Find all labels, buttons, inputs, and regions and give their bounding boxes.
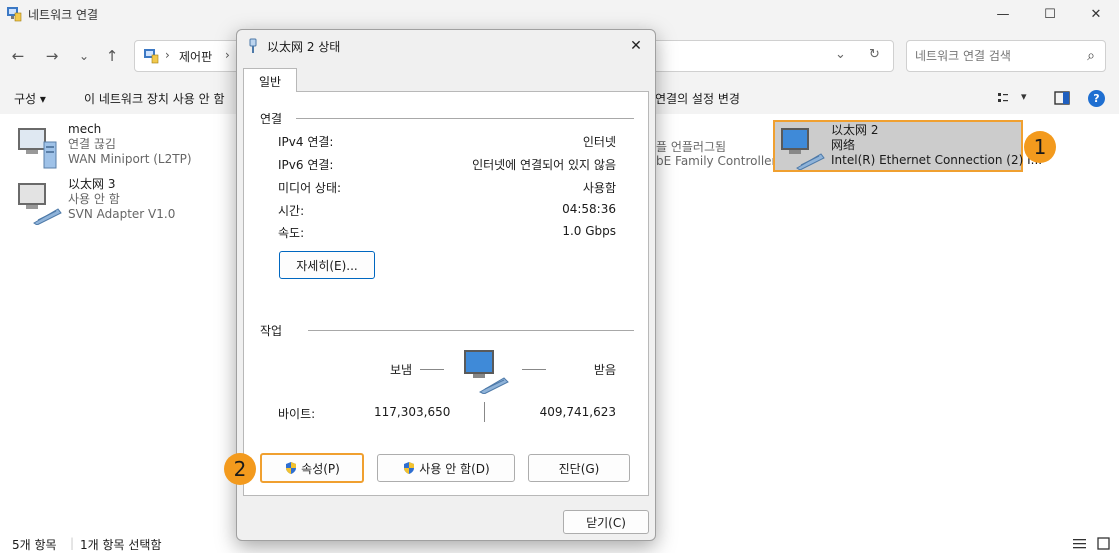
back-button[interactable]: ← <box>6 44 30 68</box>
duration-value: 04:58:36 <box>562 202 616 216</box>
group-divider <box>296 118 634 119</box>
up-button[interactable]: ↑ <box>100 44 124 68</box>
disable-button[interactable]: 사용 안 함(D) <box>377 454 515 482</box>
connection-name: 以太网 2 <box>831 123 879 137</box>
connection-status: 사용 안 함 <box>68 192 120 206</box>
properties-button[interactable]: 속성(P) <box>260 453 364 483</box>
breadcrumb-separator-icon: › <box>225 48 230 62</box>
dialog-title-bar: 以太网 2 상태 ✕ <box>237 30 655 62</box>
maximize-button[interactable]: ☐ <box>1027 0 1073 28</box>
received-label: 받음 <box>593 363 616 377</box>
control-panel-icon <box>144 49 159 64</box>
disable-button-label: 사용 안 함(D) <box>419 461 490 476</box>
refresh-icon[interactable]: ↻ <box>869 47 880 62</box>
received-line <box>522 369 546 370</box>
ipv6-label: IPv6 연결: <box>278 158 334 172</box>
preview-pane-icon[interactable] <box>1054 91 1070 105</box>
callout-1: 1 <box>1024 131 1056 163</box>
item-count: 5개 항목 <box>12 538 57 552</box>
network-activity-icon <box>464 350 509 394</box>
search-box[interactable]: ⌕ <box>906 40 1106 72</box>
connection-status: 연결 끊김 <box>68 137 116 151</box>
bytes-divider <box>484 402 485 422</box>
details-button[interactable]: 자세히(E)... <box>279 251 375 279</box>
callout-2: 2 <box>224 453 256 485</box>
ethernet-status-dialog: 以太网 2 상태 ✕ 일반 연결 IPv4 연결: 인터넷 IPv6 연결: 인… <box>236 29 656 541</box>
dialog-close-button[interactable]: 닫기(C) <box>563 510 649 534</box>
ipv4-label: IPv4 연결: <box>278 135 334 149</box>
network-connections-app-icon <box>7 7 22 22</box>
uac-shield-icon <box>404 462 415 474</box>
view-dropdown-icon[interactable]: ▾ <box>1021 90 1027 103</box>
vpn-connection-icon <box>18 128 57 169</box>
change-settings-command[interactable]: 연결의 설정 변경 <box>655 90 740 107</box>
group-divider <box>308 330 634 331</box>
sent-label: 보냄 <box>390 363 413 377</box>
partial-connection-device: bE Family Controller <box>656 154 777 168</box>
close-window-button[interactable]: ✕ <box>1073 0 1119 28</box>
selected-count: 1개 항목 선택함 <box>80 538 162 552</box>
connection-item-ethernet-3[interactable]: 以太网 3 사용 안 함 SVN Adapter V1.0 <box>14 177 262 229</box>
window-title: 네트워크 연결 <box>28 8 99 22</box>
disable-device-command[interactable]: 이 네트워크 장치 사용 안 함 <box>84 90 225 107</box>
dialog-close-icon[interactable]: ✕ <box>625 36 647 56</box>
connection-item-mech[interactable]: mech 연결 끊김 WAN Miniport (L2TP) <box>14 122 262 174</box>
organize-menu[interactable]: 구성 ▾ <box>14 90 46 107</box>
connection-group-label: 연결 <box>260 112 283 126</box>
breadcrumb-control-panel[interactable]: 제어판 <box>179 48 212 65</box>
general-tab-panel: 연결 IPv4 연결: 인터넷 IPv6 연결: 인터넷에 연결되어 있지 않음… <box>243 91 649 496</box>
details-view-icon[interactable] <box>1073 538 1086 549</box>
view-options-icon[interactable] <box>998 92 1012 104</box>
sent-line <box>420 369 444 370</box>
forward-button[interactable]: → <box>40 44 64 68</box>
search-input[interactable] <box>915 47 1075 65</box>
diagnose-button[interactable]: 진단(G) <box>528 454 630 482</box>
partial-connection-status: 플 언플러그됨 <box>656 140 727 154</box>
ethernet-connected-icon <box>781 128 825 170</box>
duration-label: 시간: <box>278 204 305 218</box>
connection-name: 以太网 3 <box>68 177 116 191</box>
bytes-received-value: 409,741,623 <box>539 405 616 419</box>
speed-value: 1.0 Gbps <box>562 224 616 238</box>
ethernet-disabled-icon <box>18 183 62 225</box>
connection-device: Intel(R) Ethernet Connection (2) I... <box>831 153 1043 167</box>
connection-status: 网络 <box>831 138 856 152</box>
recent-locations-button[interactable]: ⌄ <box>72 44 96 68</box>
ipv6-value: 인터넷에 연결되어 있지 않음 <box>472 158 616 172</box>
bytes-label: 바이트: <box>278 407 316 421</box>
tab-general[interactable]: 일반 <box>243 68 297 92</box>
connection-item-ethernet-2[interactable]: 以太网 2 网络 Intel(R) Ethernet Connection (2… <box>773 120 1042 172</box>
breadcrumb-separator-icon: › <box>165 48 170 62</box>
media-state-label: 미디어 상태: <box>278 181 342 195</box>
network-cable-icon <box>249 38 257 53</box>
connection-device: WAN Miniport (L2TP) <box>68 152 192 166</box>
dialog-title: 以太网 2 상태 <box>267 40 341 54</box>
uac-shield-icon <box>286 462 297 474</box>
bytes-sent-value: 117,303,650 <box>374 405 451 419</box>
large-icons-view-icon[interactable] <box>1097 537 1110 550</box>
ipv4-value: 인터넷 <box>582 135 616 149</box>
help-icon[interactable]: ? <box>1088 90 1105 107</box>
speed-label: 속도: <box>278 226 305 240</box>
address-dropdown-icon[interactable]: ⌄ <box>835 47 846 62</box>
connection-device: SVN Adapter V1.0 <box>68 207 176 221</box>
properties-button-label: 속성(P) <box>301 461 340 476</box>
search-icon[interactable]: ⌕ <box>1087 48 1095 64</box>
minimize-button[interactable]: — <box>980 0 1026 28</box>
title-bar: 네트워크 연결 — ☐ ✕ <box>0 0 1119 28</box>
status-divider: | <box>70 536 75 550</box>
connection-name: mech <box>68 122 102 136</box>
media-state-value: 사용함 <box>582 181 616 195</box>
activity-group-label: 작업 <box>260 324 283 338</box>
